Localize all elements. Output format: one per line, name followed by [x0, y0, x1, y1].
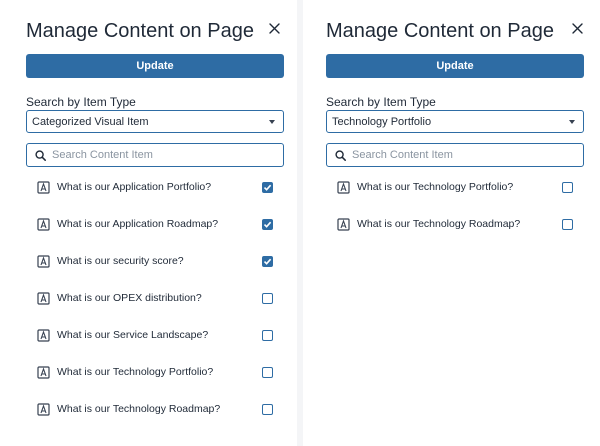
list-item-label: What is our OPEX distribution?: [57, 292, 202, 304]
item-checkbox[interactable]: [262, 403, 273, 415]
search-icon: [335, 149, 346, 161]
update-button[interactable]: Update: [326, 54, 584, 78]
list-item[interactable]: What is our Technology Portfolio?: [26, 357, 276, 387]
item-type-selected-value: Categorized Visual Item: [32, 115, 149, 128]
list-item[interactable]: What is our OPEX distribution?: [26, 283, 276, 313]
item-checkbox[interactable]: [262, 181, 273, 193]
item-type-select[interactable]: Categorized Visual Item: [26, 110, 284, 133]
check-icon: [263, 184, 272, 191]
list-item-label: What is our Technology Portfolio?: [57, 366, 214, 378]
search-content-box[interactable]: [26, 143, 284, 167]
manage-content-panel-right: Manage Content on Page Update Search by …: [303, 0, 600, 446]
item-checkbox[interactable]: [262, 329, 273, 341]
item-checkbox[interactable]: [262, 366, 273, 378]
check-icon: [263, 258, 272, 265]
document-icon: [37, 291, 50, 305]
search-content-box[interactable]: [326, 143, 584, 167]
list-item-label: What is our Technology Portfolio?: [357, 181, 514, 193]
item-type-selected-value: Technology Portfolio: [332, 115, 432, 128]
list-item[interactable]: What is our Service Landscape?: [26, 320, 276, 350]
update-button[interactable]: Update: [26, 54, 284, 78]
panel-title: Manage Content on Page: [326, 20, 554, 42]
search-content-input[interactable]: [352, 149, 575, 161]
document-icon: [37, 217, 50, 231]
search-by-item-type-label: Search by Item Type: [26, 95, 136, 109]
close-icon: [572, 22, 583, 34]
list-item-label: What is our Application Portfolio?: [57, 181, 212, 193]
item-type-select[interactable]: Technology Portfolio: [326, 110, 584, 133]
list-item-label: What is our Service Landscape?: [57, 329, 209, 341]
search-content-input[interactable]: [52, 149, 275, 161]
check-icon: [263, 221, 272, 228]
document-icon: [37, 402, 50, 416]
list-item[interactable]: What is our Application Portfolio?: [26, 172, 276, 202]
list-item[interactable]: What is our Technology Portfolio?: [326, 172, 576, 202]
manage-content-panel-left: Manage Content on Page Update Search by …: [0, 0, 297, 446]
document-icon: [37, 365, 50, 379]
close-button[interactable]: [572, 20, 588, 36]
document-icon: [37, 254, 50, 268]
list-item-label: What is our Application Roadmap?: [57, 218, 219, 230]
list-item-label: What is our Technology Roadmap?: [57, 403, 221, 415]
list-item[interactable]: What is our security score?: [26, 246, 276, 276]
caret-down-icon: [569, 119, 575, 124]
caret-down-icon: [269, 119, 275, 124]
manage-content-screen: Manage Content on Page Update Search by …: [0, 0, 600, 446]
search-icon: [35, 149, 46, 161]
list-item[interactable]: What is our Technology Roadmap?: [26, 394, 276, 424]
list-item-label: What is our Technology Roadmap?: [357, 218, 521, 230]
close-icon: [269, 22, 280, 34]
document-icon: [37, 180, 50, 194]
search-by-item-type-label: Search by Item Type: [326, 95, 436, 109]
item-checkbox[interactable]: [262, 218, 273, 230]
document-icon: [337, 217, 350, 231]
close-button[interactable]: [269, 20, 285, 36]
item-checkbox[interactable]: [262, 255, 273, 267]
document-icon: [37, 328, 50, 342]
list-item[interactable]: What is our Application Roadmap?: [26, 209, 276, 239]
item-checkbox[interactable]: [262, 292, 273, 304]
list-item[interactable]: What is our Technology Roadmap?: [326, 209, 576, 239]
document-icon: [337, 180, 350, 194]
item-checkbox[interactable]: [562, 181, 573, 193]
list-item-label: What is our security score?: [57, 255, 184, 267]
panel-title: Manage Content on Page: [26, 20, 254, 42]
item-checkbox[interactable]: [562, 218, 573, 230]
